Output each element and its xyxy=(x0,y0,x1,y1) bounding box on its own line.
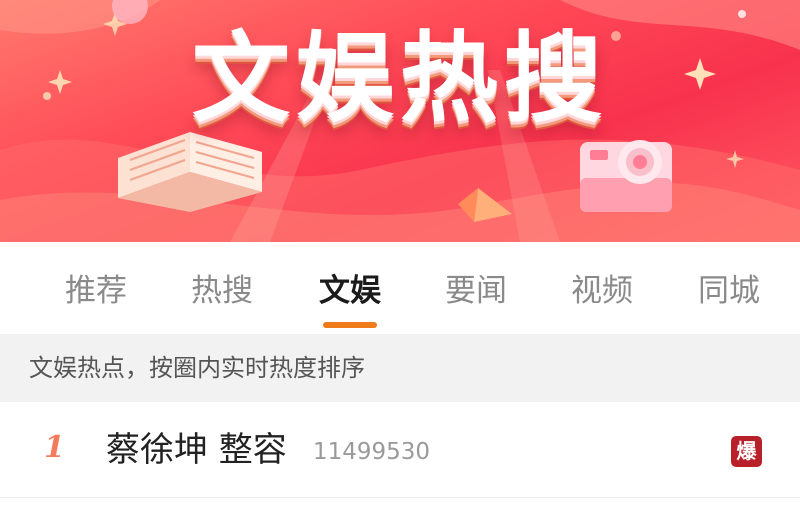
hint-bar: 文娱热点，按圈内实时热度排序 xyxy=(0,334,800,402)
banner-title: 文娱热搜 xyxy=(191,22,608,136)
tab-news[interactable]: 要闻 xyxy=(431,270,521,312)
topic-title: 蔡徐坤 整容 xyxy=(106,430,287,470)
list-item[interactable]: 1 蔡徐坤 整容 11499530 爆 xyxy=(0,402,800,498)
tab-recommend[interactable]: 推荐 xyxy=(51,270,141,312)
active-tab-indicator xyxy=(323,322,377,328)
tab-bar: 推荐 热搜 文娱 要闻 视频 同城 xyxy=(0,242,800,334)
explode-badge-icon: 爆 xyxy=(731,436,762,467)
hint-text: 文娱热点，按圈内实时热度排序 xyxy=(29,354,365,382)
tab-video[interactable]: 视频 xyxy=(557,270,647,312)
rank-number: 1 xyxy=(44,430,65,465)
tab-entertainment[interactable]: 文娱 xyxy=(305,270,395,312)
tab-local[interactable]: 同城 xyxy=(684,270,774,312)
camera-icon xyxy=(580,140,672,212)
tab-hot-search[interactable]: 热搜 xyxy=(177,270,267,312)
heat-value: 11499530 xyxy=(313,439,431,465)
banner: 文娱热搜 xyxy=(0,0,800,242)
